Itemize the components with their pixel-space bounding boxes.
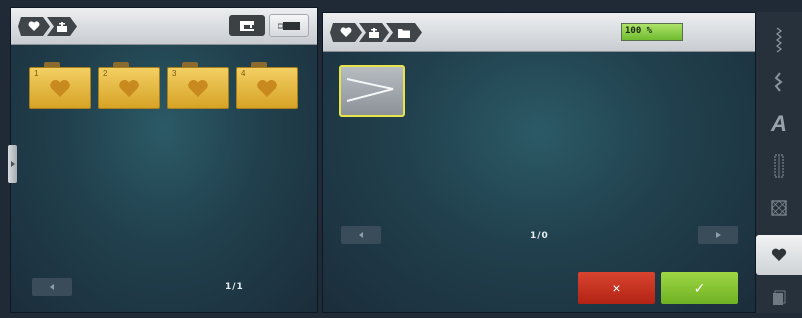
left-breadcrumb (18, 17, 74, 36)
folder-body: 2 (98, 67, 160, 109)
progress-bar: 100 % (621, 23, 683, 41)
chevron-right-icon (715, 232, 721, 238)
sidebar-item-decorative-stitches[interactable] (758, 62, 800, 102)
pattern-thumbnail[interactable] (339, 65, 405, 117)
machine-folder-icon (368, 27, 380, 39)
alphabet-icon: A (771, 111, 787, 136)
right-breadcrumb (330, 23, 419, 42)
sidebar-item-personal-program[interactable] (756, 235, 802, 275)
heart-icon (28, 21, 40, 32)
panel-resize-handle[interactable] (8, 145, 17, 183)
usb-stick-icon (278, 21, 300, 30)
stitch-curve-icon (774, 72, 783, 92)
breadcrumb-machine-folder[interactable] (359, 23, 389, 42)
folder-3[interactable]: 3 (167, 62, 229, 109)
breadcrumb-heart[interactable] (330, 23, 362, 42)
checkmark-icon: ✓ (693, 279, 706, 296)
left-panel-header (11, 8, 317, 45)
sidebar-item-buttonholes[interactable] (758, 146, 800, 186)
personal-program-folder-panel: 1 2 3 4 1/1 (10, 7, 318, 313)
heart-icon (340, 27, 352, 38)
right-panel-header: 100 % (323, 13, 755, 52)
close-icon: × (612, 280, 621, 296)
heart-icon (188, 79, 208, 97)
folder-body: 3 (167, 67, 229, 109)
sidebar-item-utility-stitches[interactable] (758, 20, 800, 60)
progress-text: 100 % (625, 26, 653, 36)
breadcrumb-heart[interactable] (18, 17, 50, 36)
machine-folder-icon (56, 21, 68, 33)
quilt-icon (771, 200, 787, 216)
folder-number: 3 (172, 69, 177, 78)
buttonhole-icon (774, 154, 784, 178)
stitch-zigzag-icon (775, 27, 783, 53)
right-page-indicator: 1/0 (530, 231, 549, 241)
page-next-button[interactable] (698, 226, 738, 244)
heart-icon (257, 79, 277, 97)
folder-4[interactable]: 4 (236, 62, 298, 109)
pattern-selection-panel: 100 % 1/0 × ✓ (322, 12, 756, 313)
page-prev-button[interactable] (341, 226, 381, 244)
page-prev-button[interactable] (32, 278, 72, 296)
category-sidebar: A (756, 12, 802, 313)
usb-stick-button[interactable] (269, 14, 309, 37)
chevron-right-icon (10, 161, 15, 167)
folder-body: 1 (29, 67, 91, 109)
sewing-machine-icon (240, 20, 254, 31)
chevron-left-icon (358, 232, 363, 238)
folder-number: 2 (103, 69, 108, 78)
folder-number: 4 (241, 69, 246, 78)
breadcrumb-folder[interactable] (386, 23, 422, 42)
left-page-indicator: 1/1 (225, 282, 244, 292)
heart-icon (119, 79, 139, 97)
folder-icon (398, 28, 410, 38)
heart-icon (771, 248, 787, 261)
memory-icon (773, 290, 786, 305)
confirm-button[interactable]: ✓ (661, 272, 738, 304)
folder-body: 4 (236, 67, 298, 109)
cancel-button[interactable]: × (578, 272, 655, 304)
sidebar-item-memory[interactable] (758, 278, 800, 318)
machine-memory-button[interactable] (229, 15, 265, 36)
chevron-left-icon (49, 284, 54, 290)
breadcrumb-machine-folder[interactable] (47, 17, 77, 36)
heart-icon (50, 79, 70, 97)
folder-2[interactable]: 2 (98, 62, 160, 109)
folder-number: 1 (34, 69, 39, 78)
sidebar-item-quilt-stitches[interactable] (758, 188, 800, 228)
folder-1[interactable]: 1 (29, 62, 91, 109)
sidebar-item-alphabets[interactable]: A (758, 104, 800, 144)
stitch-pattern-icon (346, 78, 394, 102)
